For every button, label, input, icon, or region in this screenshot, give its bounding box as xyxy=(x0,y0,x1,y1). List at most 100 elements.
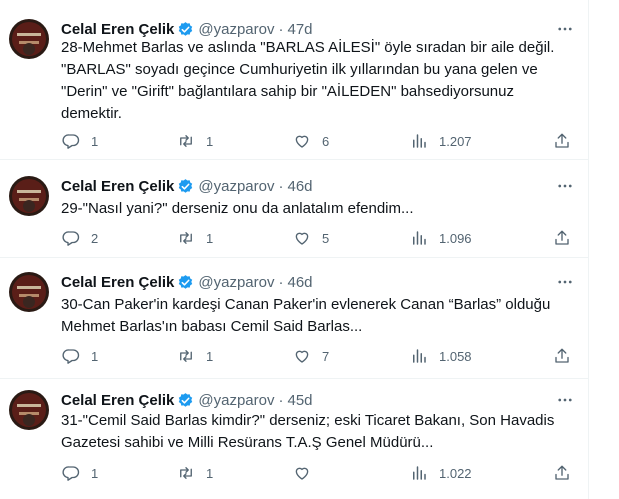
reply-icon xyxy=(62,349,80,364)
retweet-button[interactable]: 1 xyxy=(177,229,213,247)
author-handle[interactable]: @yazparov xyxy=(198,274,274,291)
like-icon xyxy=(295,467,309,480)
reply-count: 1 xyxy=(91,465,99,481)
reply-count: 1 xyxy=(91,133,99,149)
like-icon xyxy=(295,232,309,245)
timestamp[interactable]: 46d xyxy=(287,274,312,291)
more-button[interactable] xyxy=(552,19,578,39)
verified-badge-icon xyxy=(179,21,193,36)
author-handle[interactable]: @yazparov xyxy=(198,392,274,409)
retweet-icon xyxy=(180,467,192,479)
action-bar: 1 1 6 1.207 xyxy=(0,132,588,154)
reply-button[interactable]: 1 xyxy=(62,347,98,365)
retweet-count: 1 xyxy=(206,230,214,246)
reply-count: 2 xyxy=(91,230,99,246)
retweet-button[interactable]: 1 xyxy=(177,347,213,365)
reply-icon xyxy=(62,231,80,246)
more-icon xyxy=(558,280,572,284)
separator-dot: · xyxy=(278,273,284,291)
share-icon xyxy=(555,348,569,363)
like-icon xyxy=(295,135,309,148)
share-button[interactable] xyxy=(553,229,571,247)
retweet-icon xyxy=(180,350,192,362)
share-button[interactable] xyxy=(553,132,571,150)
share-button[interactable] xyxy=(553,347,571,365)
reply-icon xyxy=(62,134,80,149)
tweet-header: Celal Eren Çelik @yazparov · 46d xyxy=(61,176,313,196)
author-name[interactable]: Celal Eren Çelik xyxy=(61,178,174,195)
tweet-text: 30-Can Paker'in kardeşi Canan Paker'in e… xyxy=(61,296,551,335)
more-icon xyxy=(558,398,572,402)
more-icon xyxy=(558,184,572,188)
separator-dot: · xyxy=(278,177,284,195)
retweet-count: 1 xyxy=(206,465,214,481)
more-button[interactable] xyxy=(552,272,578,292)
view-count: 1.207 xyxy=(439,133,472,149)
action-bar: 1 1 1.022 xyxy=(0,464,588,486)
tweet-header: Celal Eren Çelik @yazparov · 47d xyxy=(61,19,313,39)
like-count: 7 xyxy=(322,348,330,364)
tweet[interactable]: Celal Eren Çelik @yazparov · 46d 30-Can … xyxy=(0,258,588,379)
tweet[interactable]: Celal Eren Çelik @yazparov · 46d 29-"Nas… xyxy=(0,160,588,258)
avatar[interactable] xyxy=(9,390,49,430)
views-icon xyxy=(413,231,426,245)
view-count: 1.096 xyxy=(439,230,472,246)
share-icon xyxy=(555,465,569,480)
reply-button[interactable]: 1 xyxy=(62,132,98,150)
like-button[interactable]: 7 xyxy=(293,347,329,365)
separator-dot: · xyxy=(278,391,284,409)
like-count: 5 xyxy=(322,230,330,246)
view-count: 1.022 xyxy=(439,465,472,481)
tweet-header: Celal Eren Çelik @yazparov · 45d xyxy=(61,390,313,410)
views-button[interactable]: 1.096 xyxy=(410,229,472,247)
reply-button[interactable]: 2 xyxy=(62,229,98,247)
tweet-header: Celal Eren Çelik @yazparov · 46d xyxy=(61,272,313,292)
views-button[interactable]: 1.022 xyxy=(410,464,472,482)
share-icon xyxy=(555,230,569,245)
verified-badge-icon xyxy=(179,274,193,289)
retweet-button[interactable]: 1 xyxy=(177,464,213,482)
tweet-text: 28-Mehmet Barlas ve aslında "BARLAS AİLE… xyxy=(61,39,555,122)
author-name[interactable]: Celal Eren Çelik xyxy=(61,392,174,409)
verified-badge-icon xyxy=(179,392,193,407)
column-divider xyxy=(588,0,589,499)
more-button[interactable] xyxy=(552,176,578,196)
views-icon xyxy=(413,134,426,148)
author-handle[interactable]: @yazparov xyxy=(198,21,274,38)
tweet[interactable]: Celal Eren Çelik @yazparov · 45d 31-"Cem… xyxy=(0,379,588,499)
retweet-icon xyxy=(180,135,192,147)
author-name[interactable]: Celal Eren Çelik xyxy=(61,274,174,291)
reply-button[interactable]: 1 xyxy=(62,464,98,482)
separator-dot: · xyxy=(278,20,284,38)
like-button[interactable]: 5 xyxy=(293,229,329,247)
share-button[interactable] xyxy=(553,464,571,482)
avatar[interactable] xyxy=(9,272,49,312)
retweet-count: 1 xyxy=(206,133,214,149)
views-icon xyxy=(413,466,426,480)
action-bar: 2 1 5 1.096 xyxy=(0,229,588,251)
like-count: 6 xyxy=(322,133,330,149)
like-icon xyxy=(295,350,309,363)
views-button[interactable]: 1.207 xyxy=(410,132,472,150)
avatar[interactable] xyxy=(9,176,49,216)
action-bar: 1 1 7 1.058 xyxy=(0,347,588,369)
retweet-count: 1 xyxy=(206,348,214,364)
reply-icon xyxy=(62,466,80,481)
more-icon xyxy=(558,27,572,31)
like-button[interactable]: 6 xyxy=(293,132,329,150)
timestamp[interactable]: 45d xyxy=(287,392,312,409)
like-button[interactable] xyxy=(293,464,322,482)
tweet[interactable]: Celal Eren Çelik @yazparov · 47d 28-Mehm… xyxy=(0,0,588,160)
timestamp[interactable]: 47d xyxy=(287,21,312,38)
retweet-button[interactable]: 1 xyxy=(177,132,213,150)
views-button[interactable]: 1.058 xyxy=(410,347,472,365)
author-handle[interactable]: @yazparov xyxy=(198,178,274,195)
tweet-text: 29-"Nasıl yani?" derseniz onu da anlatal… xyxy=(61,200,414,217)
share-icon xyxy=(555,133,569,148)
reply-count: 1 xyxy=(91,348,99,364)
avatar[interactable] xyxy=(9,19,49,59)
more-button[interactable] xyxy=(552,390,578,410)
author-name[interactable]: Celal Eren Çelik xyxy=(61,21,174,38)
tweet-text: 31-"Cemil Said Barlas kimdir?" derseniz;… xyxy=(61,412,555,451)
timestamp[interactable]: 46d xyxy=(287,178,312,195)
